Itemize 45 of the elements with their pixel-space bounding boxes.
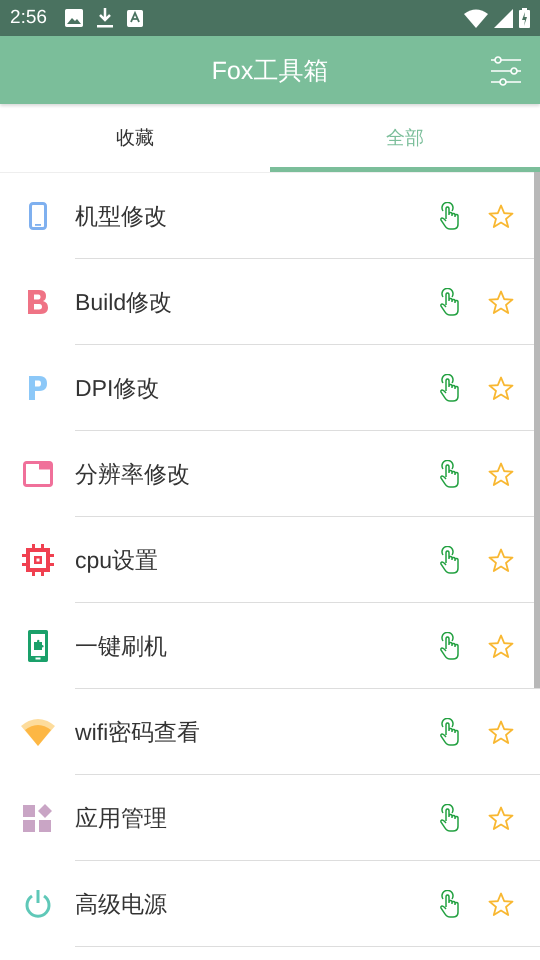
b-letter-icon xyxy=(26,290,48,314)
tap-hand-icon[interactable] xyxy=(440,804,460,832)
puzzle-phone-icon xyxy=(28,630,48,662)
p-letter-icon xyxy=(28,376,46,400)
tool-name[interactable]: DPI修改 xyxy=(75,372,440,404)
window-icon xyxy=(22,461,52,487)
star-icon[interactable] xyxy=(488,376,514,400)
app-title: Fox工具箱 xyxy=(212,56,328,86)
tool-name[interactable]: 机型修改 xyxy=(75,200,440,232)
tool-name[interactable]: wifi密码查看 xyxy=(75,716,440,748)
phone-icon xyxy=(28,202,46,230)
tap-hand-icon[interactable] xyxy=(440,288,460,316)
wifi-icon xyxy=(20,718,54,746)
tool-name[interactable]: cpu设置 xyxy=(75,544,440,576)
signal-icon xyxy=(494,8,513,28)
image-icon xyxy=(64,9,83,27)
star-icon[interactable] xyxy=(488,290,514,314)
power-icon xyxy=(24,889,52,919)
tap-hand-icon[interactable] xyxy=(440,890,460,918)
tool-name[interactable]: Build修改 xyxy=(75,286,440,318)
star-icon[interactable] xyxy=(488,806,514,830)
text-format-icon xyxy=(126,10,143,26)
tap-hand-icon[interactable] xyxy=(440,460,460,488)
tap-hand-icon[interactable] xyxy=(440,632,460,660)
tool-name[interactable]: 分辨率修改 xyxy=(75,458,440,490)
star-icon[interactable] xyxy=(488,204,514,228)
tool-name[interactable]: 一键刷机 xyxy=(75,630,440,662)
star-icon[interactable] xyxy=(488,720,514,744)
star-icon[interactable] xyxy=(488,634,514,658)
tap-hand-icon[interactable] xyxy=(440,718,460,746)
tool-name[interactable]: 应用管理 xyxy=(75,802,440,834)
tap-hand-icon[interactable] xyxy=(440,374,460,402)
status-time: 2:56 xyxy=(10,7,47,29)
chip-icon xyxy=(22,544,54,576)
battery-charging-icon xyxy=(519,8,530,28)
download-icon xyxy=(96,8,113,28)
tap-hand-icon[interactable] xyxy=(440,546,460,574)
wifi-icon xyxy=(464,8,488,28)
star-icon[interactable] xyxy=(488,462,514,486)
settings-icon[interactable] xyxy=(490,56,522,86)
star-icon[interactable] xyxy=(488,548,514,572)
apps-icon xyxy=(22,803,52,833)
tap-hand-icon[interactable] xyxy=(440,202,460,230)
star-icon[interactable] xyxy=(488,892,514,916)
tool-name[interactable]: 高级电源 xyxy=(75,888,440,920)
